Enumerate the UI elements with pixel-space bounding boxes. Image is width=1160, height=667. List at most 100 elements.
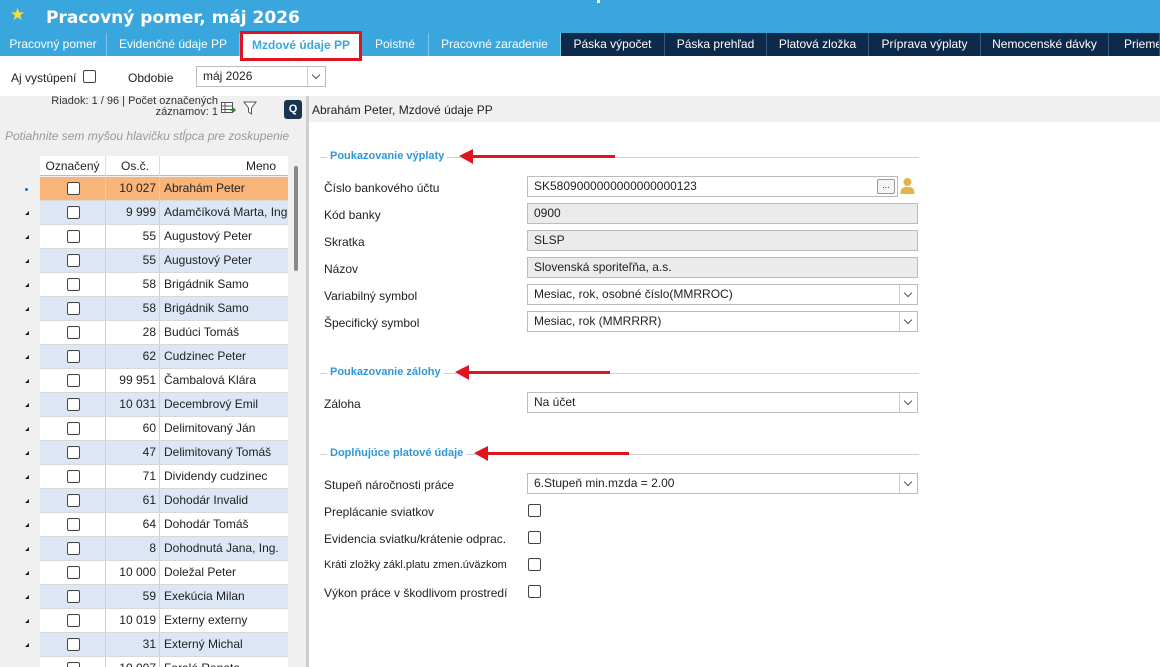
chevron-down-icon[interactable] bbox=[899, 393, 917, 412]
marked-cell[interactable] bbox=[40, 513, 106, 536]
tab-prieme[interactable]: Prieme bbox=[1109, 33, 1160, 56]
table-row[interactable]: 10 019 Externy externy bbox=[40, 609, 288, 633]
chevron-down-icon[interactable] bbox=[899, 312, 917, 331]
row-checkbox[interactable] bbox=[67, 566, 80, 579]
row-checkbox[interactable] bbox=[67, 374, 80, 387]
table-row[interactable]: 10 007Faraló Renata bbox=[40, 657, 288, 667]
marked-cell[interactable] bbox=[40, 585, 106, 608]
column-header-name[interactable]: Meno bbox=[160, 156, 288, 176]
table-row[interactable]: 31 Externý Michal bbox=[40, 633, 288, 657]
variabilny-symbol-select[interactable]: Mesiac, rok, osobné číslo(MMRROC) bbox=[527, 284, 918, 305]
table-row[interactable]: 9 999 Adamčíková Marta, Ing. bbox=[40, 201, 288, 225]
obdobie-select[interactable]: máj 2026 bbox=[196, 66, 326, 87]
row-checkbox[interactable] bbox=[67, 206, 80, 219]
table-row[interactable]: 55 Augustový Peter bbox=[40, 249, 288, 273]
marked-cell[interactable] bbox=[40, 177, 106, 200]
tab-pracovne-zaradenie[interactable]: Pracovné zaradenie bbox=[429, 33, 561, 56]
tab-evidencne-udaje[interactable]: Evidenčné údaje PP bbox=[107, 33, 240, 56]
person-icon[interactable] bbox=[900, 177, 915, 194]
specificky-symbol-select[interactable]: Mesiac, rok (MMRRRR) bbox=[527, 311, 918, 332]
row-checkbox[interactable] bbox=[67, 590, 80, 603]
marked-cell[interactable] bbox=[40, 609, 106, 632]
marked-cell[interactable] bbox=[40, 273, 106, 296]
marked-cell[interactable] bbox=[40, 393, 106, 416]
column-header-marked[interactable]: Označený bbox=[40, 156, 106, 176]
krati-checkbox[interactable] bbox=[528, 558, 541, 571]
row-checkbox[interactable] bbox=[67, 230, 80, 243]
row-checkbox[interactable] bbox=[67, 350, 80, 363]
marked-cell[interactable] bbox=[40, 369, 106, 392]
table-row[interactable]: 55 Augustový Peter bbox=[40, 225, 288, 249]
star-icon[interactable]: ★ bbox=[10, 5, 25, 25]
marked-cell[interactable] bbox=[40, 297, 106, 320]
tab-poistne[interactable]: Poistné bbox=[362, 33, 429, 56]
row-checkbox[interactable] bbox=[67, 614, 80, 627]
aj-vystupeni-checkbox[interactable] bbox=[83, 70, 96, 83]
tab-mzdove-udaje[interactable]: Mzdové údaje PP bbox=[240, 31, 362, 61]
preplacanie-checkbox[interactable] bbox=[528, 504, 541, 517]
table-row[interactable]: 10 027 Abrahám Peter bbox=[40, 177, 288, 201]
row-checkbox[interactable] bbox=[67, 422, 80, 435]
evidencia-checkbox[interactable] bbox=[528, 531, 541, 544]
chevron-down-icon[interactable] bbox=[899, 474, 917, 493]
browse-account-button[interactable]: ... bbox=[877, 179, 895, 194]
marked-cell[interactable] bbox=[40, 465, 106, 488]
table-row[interactable]: 8 Dohodnutá Jana, Ing. bbox=[40, 537, 288, 561]
panel-splitter[interactable] bbox=[306, 96, 309, 667]
row-checkbox[interactable] bbox=[67, 398, 80, 411]
marked-cell[interactable] bbox=[40, 201, 106, 224]
table-row[interactable]: 28 Budúci Tomáš bbox=[40, 321, 288, 345]
marked-cell[interactable] bbox=[40, 561, 106, 584]
row-checkbox[interactable] bbox=[67, 494, 80, 507]
table-row[interactable]: 58 Brigádnik Samo bbox=[40, 297, 288, 321]
table-row[interactable]: 10 031 Decembrový Emil bbox=[40, 393, 288, 417]
marked-cell[interactable] bbox=[40, 225, 106, 248]
row-checkbox[interactable] bbox=[67, 326, 80, 339]
marked-cell[interactable] bbox=[40, 537, 106, 560]
vykon-checkbox[interactable] bbox=[528, 585, 541, 598]
marked-cell[interactable] bbox=[40, 345, 106, 368]
table-row[interactable]: 10 000 Doležal Peter bbox=[40, 561, 288, 585]
tab-priprava-vyplaty[interactable]: Príprava výplaty bbox=[869, 33, 981, 56]
scrollbar-thumb[interactable] bbox=[294, 166, 298, 271]
row-checkbox[interactable] bbox=[67, 638, 80, 651]
tab-platova-zlozka[interactable]: Platová zložka bbox=[767, 33, 869, 56]
grid-scrollbar[interactable] bbox=[288, 156, 306, 667]
tab-paska-prehlad[interactable]: Páska prehľad bbox=[665, 33, 767, 56]
table-row[interactable]: 61 Dohodár Invalid bbox=[40, 489, 288, 513]
row-checkbox[interactable] bbox=[67, 182, 80, 195]
table-row[interactable]: 64 Dohodár Tomáš bbox=[40, 513, 288, 537]
marked-cell[interactable] bbox=[40, 441, 106, 464]
cislo-uctu-input[interactable]: SK5809000000000000000123 bbox=[527, 176, 898, 197]
marked-cell[interactable] bbox=[40, 489, 106, 512]
table-row[interactable]: 47 Delimitovaný Tomáš bbox=[40, 441, 288, 465]
zaloha-select[interactable]: Na účet bbox=[527, 392, 918, 413]
tab-nemocenske-davky[interactable]: Nemocenské dávky bbox=[981, 33, 1109, 56]
tab-pracovny-pomer[interactable]: Pracovný pomer bbox=[0, 33, 107, 56]
row-checkbox[interactable] bbox=[67, 446, 80, 459]
marked-cell[interactable] bbox=[40, 249, 106, 272]
table-row[interactable]: 59 Exekúcia Milan bbox=[40, 585, 288, 609]
row-checkbox[interactable] bbox=[67, 278, 80, 291]
row-checkbox[interactable] bbox=[67, 542, 80, 555]
marked-cell[interactable] bbox=[40, 633, 106, 656]
tab-paska-vypocet[interactable]: Páska výpočet bbox=[561, 33, 665, 56]
marked-cell[interactable] bbox=[40, 321, 106, 344]
search-records-icon[interactable]: Q bbox=[284, 100, 302, 119]
chevron-down-icon[interactable] bbox=[307, 67, 325, 86]
table-row[interactable]: 60 Delimitovaný Ján bbox=[40, 417, 288, 441]
table-row[interactable]: 58 Brigádnik Samo bbox=[40, 273, 288, 297]
table-row[interactable]: 62 Cudzinec Peter bbox=[40, 345, 288, 369]
marked-cell[interactable] bbox=[40, 417, 106, 440]
row-checkbox[interactable] bbox=[67, 302, 80, 315]
table-row[interactable]: 99 951 Čambalová Klára bbox=[40, 369, 288, 393]
row-checkbox[interactable] bbox=[67, 518, 80, 531]
marked-cell[interactable] bbox=[40, 657, 106, 667]
row-checkbox[interactable] bbox=[67, 254, 80, 267]
chevron-down-icon[interactable] bbox=[899, 285, 917, 304]
row-checkbox[interactable] bbox=[67, 470, 80, 483]
stupen-select[interactable]: 6.Stupeň min.mzda = 2.00 bbox=[527, 473, 918, 494]
filter-icon[interactable] bbox=[243, 101, 257, 116]
grid-export-icon[interactable] bbox=[221, 102, 236, 115]
row-checkbox[interactable] bbox=[67, 662, 80, 667]
